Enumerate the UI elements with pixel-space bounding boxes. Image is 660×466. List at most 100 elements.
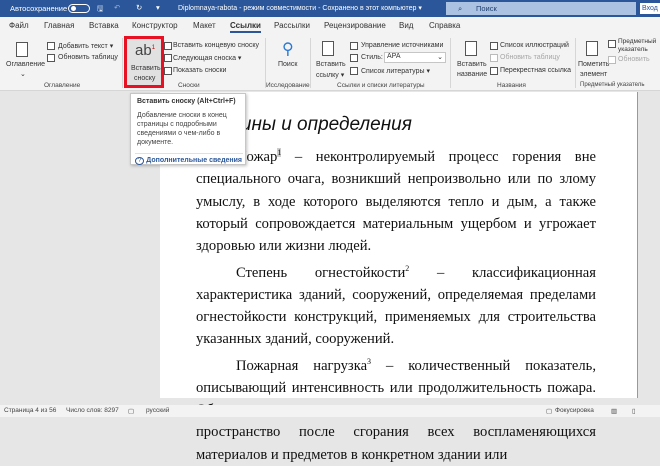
insert-index-button[interactable]: Предметный указатель [618,38,658,53]
update-index-icon [608,56,616,64]
print-layout-icon[interactable]: ▯ [632,407,636,415]
divider [575,38,576,88]
update-figures-icon [490,54,498,62]
add-text-icon [47,42,55,50]
tab-insert[interactable]: Вставка [89,21,119,30]
bibliography-icon [350,67,358,75]
autosave-toggle[interactable] [68,4,90,13]
tab-references[interactable]: Ссылки [230,21,261,33]
scrollbar[interactable] [640,92,660,398]
tab-layout[interactable]: Макет [193,21,216,30]
mark-entry-button[interactable]: Пометить [578,61,609,68]
add-text-button[interactable]: Добавить текст ▾ [58,42,113,50]
language[interactable]: русский [146,407,169,414]
tab-design[interactable]: Конструктор [132,21,178,30]
insert-footnote-button[interactable]: ab1 Вставить сноску [124,36,164,88]
divider [265,38,266,88]
help-icon: ? [135,157,145,165]
chevron-down-icon: ⌄ [20,71,26,78]
signin-button[interactable]: Вход [640,3,660,14]
term: Степень огнестойкости [236,264,406,281]
update-figures-button[interactable]: Обновить таблицу [500,54,560,61]
group-label-citations: Ссылки и списки литературы [337,82,425,89]
insert-footnote-label-2: сноску [134,75,156,82]
customize-qat-icon[interactable]: ▾ [156,3,160,12]
tab-home[interactable]: Главная [44,21,74,30]
word-count[interactable]: Число слов: 8297 [66,407,119,414]
redo-icon[interactable]: ↻ [136,3,142,12]
divider [122,38,123,88]
undo-icon[interactable]: ↶ [114,3,120,12]
endnote-icon [164,42,172,50]
update-index-button[interactable]: Обновить [618,56,650,63]
term: Пожарная нагрузка [236,357,368,374]
divider [450,38,451,88]
toc-button[interactable]: Оглавление [6,61,45,68]
tooltip-title: Вставить сноску (Alt+Ctrl+F) [137,98,236,105]
group-label-captions: Названия [497,82,526,89]
chevron-down-icon: ⌄ [437,54,443,61]
search-placeholder: Поиск [476,4,497,13]
paragraph: Степень огнестойкости2 – классификационн… [196,258,596,351]
focus-icon: ▢ [546,408,553,415]
tab-file[interactable]: Файл [9,21,29,30]
update-table-icon [47,54,55,62]
style-label: Стиль: [361,54,383,61]
more-info-label: Дополнительные сведения [146,157,243,164]
document-title: Diplomnaya-rabota - режим совместимости … [178,5,422,12]
read-mode-icon[interactable]: ▥ [611,407,617,415]
insert-caption-button[interactable]: Вставить [457,61,487,68]
group-label-footnotes: Сноски [178,82,200,89]
tab-mailings[interactable]: Рассылки [274,21,310,30]
focus-button[interactable]: Фокусировка [555,407,594,414]
research-search-button[interactable]: Поиск [278,61,297,68]
cross-reference-icon [490,67,498,75]
ribbon-tabs: Файл Главная Вставка Конструктор Макет С… [0,17,660,34]
proofing-icon[interactable]: ▢ [128,407,134,415]
bibliography-button[interactable]: Список литературы ▾ [361,67,430,75]
group-label-research: Исследование [266,82,310,89]
more-info-link[interactable]: ? Дополнительные сведения [135,153,243,165]
insert-citation-label-2: ссылку ▾ [316,72,345,79]
style-value: APA [387,53,401,60]
group-label-toc: Оглавление [44,82,81,89]
group-label-index: Предметный указатель [580,82,645,88]
insert-index-icon [608,40,616,48]
ribbon: Оглавление ⌄ Добавить текст ▾ Обновить т… [0,34,660,91]
tab-help[interactable]: Справка [429,21,460,30]
footnote-tooltip: Вставить сноску (Alt+Ctrl+F) Добавление … [130,93,246,165]
show-notes-button[interactable]: Показать сноски [173,67,226,74]
divider [310,38,311,88]
table-of-figures-button[interactable]: Список иллюстраций [500,42,569,49]
search-icon: ⌕ [458,4,463,13]
tab-review[interactable]: Рецензирование [324,21,386,30]
save-icon[interactable]: 🖫 [97,3,103,16]
section-heading: Термины и определения [196,114,412,135]
mark-entry-icon [586,41,598,56]
footnote-icon: ab1 [135,42,156,59]
mark-entry-label-2: элемент [580,71,608,78]
manage-sources-icon [350,42,358,50]
paragraph: Пожар1 – неконтролируемый процесс горени… [196,142,596,257]
manage-sources-button[interactable]: Управление источниками [361,42,443,49]
next-footnote-button[interactable]: Следующая сноска ▾ [173,54,241,62]
tooltip-body: Добавление сноски в конец страницы с под… [137,112,227,146]
autosave-label: Автосохранение [10,4,68,13]
page-count[interactable]: Страница 4 из 56 [4,407,56,414]
tab-view[interactable]: Вид [399,21,413,30]
insert-footnote-label: Вставить [131,65,161,72]
insert-citation-button[interactable]: Вставить [316,61,346,68]
insert-endnote-button[interactable]: Вставить концевую сноску [173,42,259,49]
search-research-icon: ⚲ [282,41,294,58]
next-footnote-icon [164,54,172,62]
title-bar: Автосохранение 🖫 ↶ ↻ ▾ Diplomnaya-rabota… [0,0,660,17]
search-box[interactable]: ⌕ Поиск [446,2,636,15]
insert-citation-icon [322,41,334,56]
style-select[interactable]: APA ⌄ [384,52,446,63]
status-bar: Страница 4 из 56 Число слов: 8297 ▢ русс… [0,405,660,417]
cross-reference-button[interactable]: Перекрестная ссылка [500,67,571,74]
update-toc-button[interactable]: Обновить таблицу [58,54,118,61]
insert-caption-icon [465,41,477,56]
style-icon [350,54,358,62]
show-notes-icon [164,67,172,75]
